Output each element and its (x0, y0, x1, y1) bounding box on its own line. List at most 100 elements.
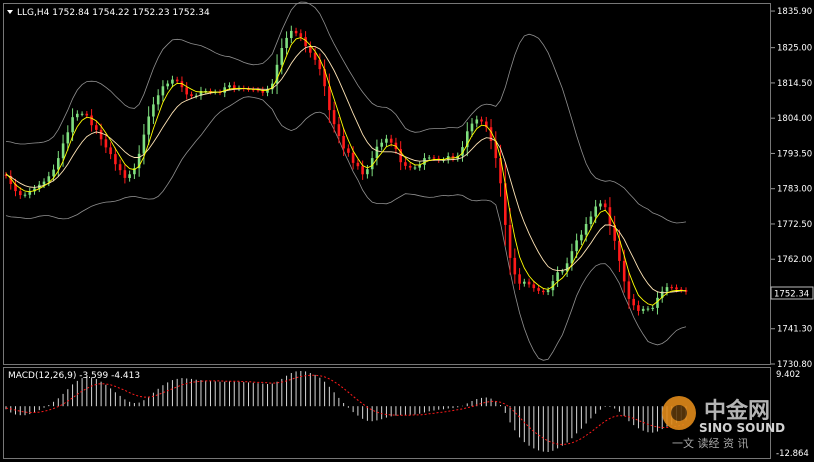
price-tick-label: 1814.50 (777, 79, 812, 89)
candle-body (185, 87, 188, 95)
candle-body (385, 138, 388, 143)
macd-max-label: 9.402 (776, 370, 800, 380)
candle-body (389, 138, 393, 143)
candle-body (99, 129, 103, 140)
candle-body (95, 125, 98, 130)
candle-body (570, 251, 574, 264)
candle-body (366, 169, 369, 175)
candle-body (408, 165, 412, 168)
candle-body (584, 224, 588, 235)
price-tick-label: 1825.00 (777, 44, 812, 54)
watermark-slogan: 一文 读经 资 讯 (672, 436, 749, 450)
candle-body (57, 158, 60, 170)
candle-body (432, 157, 436, 159)
price-tick-label: 1804.00 (777, 114, 812, 124)
candle-body (375, 146, 379, 159)
candle-body (603, 203, 607, 208)
candle-body (80, 113, 84, 115)
candle-body (651, 307, 654, 309)
candle-body (66, 132, 70, 144)
candle-body (128, 174, 131, 178)
candle-body (90, 115, 93, 126)
candle-body (109, 147, 112, 155)
candle-body (641, 308, 645, 311)
candle-body (71, 117, 74, 133)
candle-body (656, 297, 659, 308)
candle-body (290, 30, 293, 38)
price-tick-label: 1730.80 (777, 360, 812, 370)
candle-body (23, 194, 27, 196)
candle-body (480, 119, 483, 122)
candle-body (299, 33, 303, 38)
candle-body (228, 85, 231, 88)
price-tick-label: 1783.00 (777, 185, 812, 195)
candle-body (171, 79, 174, 84)
candle-body (328, 86, 331, 111)
candle-body (637, 305, 640, 311)
candle-body (561, 271, 564, 273)
candle-body (42, 181, 46, 185)
candle-body (380, 142, 383, 147)
macd-header: MACD(12,26,9) -3.599 -4.413 (8, 371, 140, 381)
chart-window: 1835.90 1825.00 1814.50 1804.00 1793.50 1783.… (0, 0, 814, 462)
candle-body (618, 240, 621, 261)
symbol-header: LLG,H4 1752.84 1754.22 1752.23 1752.34 (17, 8, 210, 18)
candle-body (123, 170, 127, 178)
candle-body (351, 152, 355, 163)
background (0, 0, 814, 462)
price-tick-label: 1793.50 (777, 149, 812, 159)
current-price-marker: 1752.34 (770, 286, 814, 300)
candle-body (104, 139, 108, 148)
candle-body (147, 116, 150, 135)
current-price-label: 1752.34 (774, 290, 809, 300)
candle-body (423, 158, 426, 165)
candle-body (161, 86, 165, 96)
candle-body (527, 281, 531, 285)
candle-body (413, 167, 417, 169)
candle-body (332, 110, 336, 125)
candle-body (52, 169, 55, 177)
candle-body (546, 290, 550, 293)
price-tick-label: 1772.50 (777, 220, 812, 230)
candle-body (675, 287, 678, 290)
candle-body (285, 37, 288, 48)
candle-body (152, 104, 155, 117)
chart-svg: 1835.90 1825.00 1814.50 1804.00 1793.50 1783.… (0, 0, 814, 462)
candle-body (523, 281, 526, 284)
candle-body (518, 274, 521, 284)
candle-body (76, 113, 79, 118)
watermark-en: SINO SOUND (699, 421, 785, 435)
candle-body (580, 234, 583, 241)
candle-body (118, 164, 122, 171)
candle-body (347, 148, 350, 153)
candle-body (361, 166, 364, 175)
candle-body (622, 260, 626, 282)
candle-body (599, 203, 602, 207)
candle-body (47, 176, 51, 182)
candle-body (627, 281, 631, 299)
candle-body (594, 206, 597, 217)
candle-body (665, 287, 669, 292)
candle-body (337, 124, 341, 136)
candle-body (61, 143, 65, 159)
price-tick-label: 1835.90 (777, 7, 812, 17)
candle-body (427, 157, 431, 159)
candle-body (142, 134, 146, 154)
candle-body (294, 30, 298, 34)
logo-swirl-inner (671, 405, 687, 421)
price-tick-label: 1762.00 (777, 255, 812, 265)
candle-body (508, 225, 512, 258)
candle-body (114, 154, 117, 165)
candle-body (342, 136, 345, 149)
candle-body (532, 284, 536, 289)
candle-body (575, 240, 578, 252)
candle-body (166, 83, 169, 87)
candle-body (156, 95, 160, 105)
candle-body (309, 46, 312, 53)
candle-body (175, 79, 179, 82)
candle-body (670, 287, 673, 289)
candle-body (280, 48, 284, 65)
price-tick-label: 1741.30 (777, 325, 812, 335)
candle-body (19, 191, 22, 196)
candle-body (356, 162, 360, 167)
